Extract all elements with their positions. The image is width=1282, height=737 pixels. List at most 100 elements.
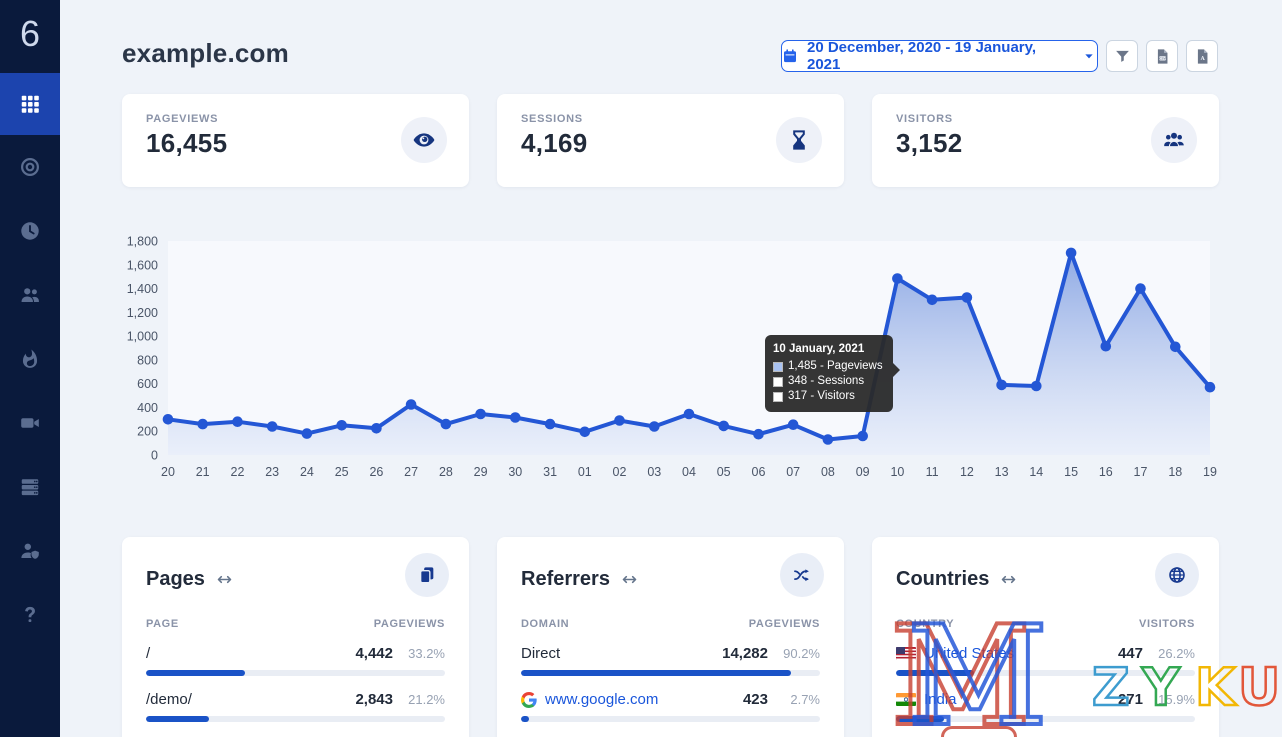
data-point[interactable] xyxy=(753,428,764,440)
row-percent: 15.9% xyxy=(1158,692,1195,707)
sidebar-item-servers[interactable] xyxy=(0,455,60,519)
data-point[interactable] xyxy=(683,408,695,420)
shuffle-icon-button[interactable] xyxy=(780,553,824,597)
row-label: /demo/ xyxy=(146,691,192,708)
data-point[interactable] xyxy=(649,421,660,432)
copy-pages-icon-button[interactable] xyxy=(405,553,449,597)
stat-label: SESSIONS xyxy=(521,113,583,125)
data-point[interactable] xyxy=(1204,381,1216,393)
row-value: 423 xyxy=(742,691,768,708)
x-tick-label: 01 xyxy=(578,465,592,479)
data-point[interactable] xyxy=(197,418,208,430)
data-point[interactable] xyxy=(405,399,417,410)
traffic-chart[interactable]: 0 200 400 600 800 1,000 1,200 1,400 1,600 1,800 20… xyxy=(122,228,1232,490)
globe-icon-button[interactable] xyxy=(1155,553,1199,597)
left-right-arrow-icon[interactable] xyxy=(216,571,233,588)
left-right-arrow-icon[interactable] xyxy=(621,571,638,588)
app-logo[interactable]: 6 xyxy=(0,8,60,60)
data-point[interactable] xyxy=(301,428,313,439)
data-point[interactable] xyxy=(1100,340,1112,352)
sidebar-item-privacy[interactable] xyxy=(0,519,60,583)
data-point[interactable] xyxy=(822,434,834,445)
column-header: PAGE xyxy=(146,618,179,630)
row-percent: 21.2% xyxy=(408,692,445,707)
csv-file-icon: CSV xyxy=(1154,48,1171,65)
sidebar-item-dashboard[interactable] xyxy=(0,73,60,135)
sidebar-item-recordings[interactable] xyxy=(0,391,60,455)
data-point[interactable] xyxy=(892,273,903,284)
progress-track xyxy=(521,670,820,676)
data-point[interactable] xyxy=(926,294,938,306)
row-label-text: United States xyxy=(924,645,1015,662)
card-countries: Countries COUNTRY VISITORS United States 447… xyxy=(872,537,1219,737)
row-link[interactable]: www.google.com xyxy=(521,691,658,708)
tooltip-rows: 1,485 - Pageviews 348 - Sessions 317 - Vis… xyxy=(773,359,884,404)
row-link[interactable]: India xyxy=(896,691,957,708)
svg-text:A: A xyxy=(1199,55,1205,61)
sidebar-item-heatmaps[interactable] xyxy=(0,327,60,391)
card-title: Pages xyxy=(146,567,205,590)
data-point[interactable] xyxy=(996,379,1007,391)
x-tick-label: 28 xyxy=(439,465,453,479)
progress-track xyxy=(896,670,1195,676)
data-point[interactable] xyxy=(475,408,486,420)
row-main: Direct 14,282 90.2% xyxy=(521,645,820,662)
tooltip-entry: 348 - Sessions xyxy=(773,374,884,389)
svg-text:CSV: CSV xyxy=(1159,56,1165,60)
data-point[interactable] xyxy=(857,430,868,442)
data-point[interactable] xyxy=(718,420,729,432)
data-point[interactable] xyxy=(1170,341,1181,353)
watermark-letter-u: U xyxy=(1237,658,1282,718)
x-tick-label: 21 xyxy=(196,465,210,479)
row-link[interactable]: United States xyxy=(896,645,1014,662)
stat-label: VISITORS xyxy=(896,113,953,125)
row-value: 4,442 xyxy=(355,645,393,662)
chevron-down-icon xyxy=(1081,48,1097,64)
sidebar: 6 xyxy=(0,0,60,737)
data-point[interactable] xyxy=(162,414,174,425)
data-point[interactable] xyxy=(371,423,382,434)
filter-button[interactable] xyxy=(1106,40,1138,72)
tooltip-arrow xyxy=(893,363,907,377)
data-point[interactable] xyxy=(614,415,625,426)
x-tick-label: 11 xyxy=(926,465,939,479)
in-flag-icon xyxy=(896,693,916,706)
data-point[interactable] xyxy=(961,292,973,303)
column-header: VISITORS xyxy=(1139,618,1195,630)
data-point[interactable] xyxy=(1135,283,1146,294)
y-tick-label: 1,000 xyxy=(127,330,158,344)
data-point[interactable] xyxy=(1031,380,1042,392)
x-tick-label: 31 xyxy=(543,465,557,479)
x-tick-label: 14 xyxy=(1029,465,1043,479)
card-referrers: Referrers DOMAIN PAGEVIEWS Direct 14,282 90.2… xyxy=(497,537,844,737)
x-tick-label: 15 xyxy=(1064,465,1078,479)
export-csv-button[interactable]: CSV xyxy=(1146,40,1178,72)
hourglass-icon xyxy=(776,117,822,163)
data-point[interactable] xyxy=(510,412,521,423)
row-label-text: India xyxy=(924,691,957,708)
data-point[interactable] xyxy=(544,418,556,430)
data-point[interactable] xyxy=(1065,247,1077,259)
sidebar-item-help[interactable] xyxy=(0,583,60,647)
row-main: India 271 15.9% xyxy=(896,691,1195,708)
progress-fill xyxy=(896,716,944,722)
sidebar-item-realtime[interactable] xyxy=(0,199,60,263)
left-right-arrow-icon[interactable] xyxy=(1000,571,1017,588)
column-header: PAGEVIEWS xyxy=(373,618,445,630)
data-point[interactable] xyxy=(579,426,591,438)
date-range-picker[interactable]: 20 December, 2020 - 19 January, 2021 xyxy=(781,39,1098,73)
progress-track xyxy=(146,716,445,722)
x-tick-label: 07 xyxy=(786,465,800,479)
data-point[interactable] xyxy=(266,421,278,432)
traffic-chart-svg[interactable]: 0 200 400 600 800 1,000 1,200 1,400 1,600 1,800 20… xyxy=(122,228,1232,490)
sidebar-item-goals[interactable] xyxy=(0,135,60,199)
tooltip-swatch xyxy=(773,376,783,387)
data-point[interactable] xyxy=(787,419,799,430)
tooltip-entry: 1,485 - Pageviews xyxy=(773,359,884,374)
export-pdf-button[interactable]: A xyxy=(1186,40,1218,72)
data-point[interactable] xyxy=(440,418,452,430)
progress-fill xyxy=(521,716,530,722)
sidebar-item-audience[interactable] xyxy=(0,263,60,327)
data-point[interactable] xyxy=(232,416,243,427)
data-point[interactable] xyxy=(336,420,347,431)
